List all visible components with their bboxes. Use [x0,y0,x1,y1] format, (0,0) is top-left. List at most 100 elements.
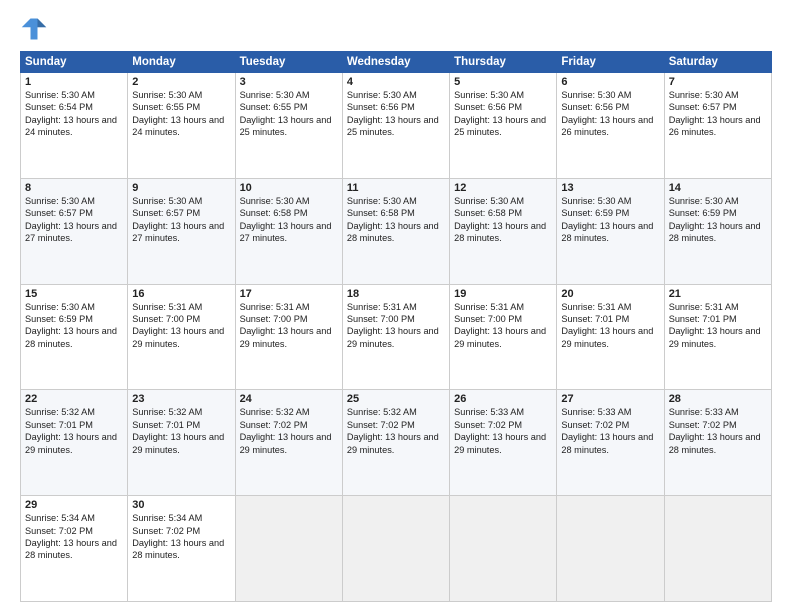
sunrise-label: Sunrise: 5:34 AM [25,513,95,523]
sunset-label: Sunset: 6:59 PM [561,208,629,218]
table-row: 3 Sunrise: 5:30 AM Sunset: 6:55 PM Dayli… [235,73,342,179]
daylight-label: Daylight: 13 hours and 29 minutes. [240,326,332,348]
day-info: Sunrise: 5:34 AM Sunset: 7:02 PM Dayligh… [25,512,123,562]
day-header: Tuesday [235,52,342,73]
logo-icon [20,15,48,43]
day-info: Sunrise: 5:30 AM Sunset: 6:57 PM Dayligh… [669,89,767,139]
calendar-week-row: 22 Sunrise: 5:32 AM Sunset: 7:01 PM Dayl… [21,390,772,496]
sunrise-label: Sunrise: 5:31 AM [132,302,202,312]
sunrise-label: Sunrise: 5:32 AM [240,407,310,417]
daylight-label: Daylight: 13 hours and 29 minutes. [561,326,653,348]
sunrise-label: Sunrise: 5:30 AM [25,90,95,100]
daylight-label: Daylight: 13 hours and 27 minutes. [132,221,224,243]
sunrise-label: Sunrise: 5:31 AM [454,302,524,312]
day-number: 27 [561,393,659,405]
daylight-label: Daylight: 13 hours and 25 minutes. [454,115,546,137]
sunrise-label: Sunrise: 5:30 AM [240,196,310,206]
day-number: 4 [347,76,445,88]
sunset-label: Sunset: 7:01 PM [25,420,93,430]
header-row: SundayMondayTuesdayWednesdayThursdayFrid… [21,52,772,73]
table-row: 12 Sunrise: 5:30 AM Sunset: 6:58 PM Dayl… [450,178,557,284]
day-info: Sunrise: 5:31 AM Sunset: 7:00 PM Dayligh… [240,301,338,351]
day-info: Sunrise: 5:32 AM Sunset: 7:01 PM Dayligh… [25,406,123,456]
day-header: Saturday [664,52,771,73]
day-number: 29 [25,499,123,511]
table-row: 28 Sunrise: 5:33 AM Sunset: 7:02 PM Dayl… [664,390,771,496]
sunset-label: Sunset: 6:57 PM [25,208,93,218]
table-row: 20 Sunrise: 5:31 AM Sunset: 7:01 PM Dayl… [557,284,664,390]
sunrise-label: Sunrise: 5:33 AM [454,407,524,417]
table-row: 14 Sunrise: 5:30 AM Sunset: 6:59 PM Dayl… [664,178,771,284]
sunrise-label: Sunrise: 5:30 AM [240,90,310,100]
table-row: 18 Sunrise: 5:31 AM Sunset: 7:00 PM Dayl… [342,284,449,390]
day-info: Sunrise: 5:30 AM Sunset: 6:56 PM Dayligh… [561,89,659,139]
day-number: 17 [240,288,338,300]
daylight-label: Daylight: 13 hours and 28 minutes. [669,221,761,243]
table-row: 15 Sunrise: 5:30 AM Sunset: 6:59 PM Dayl… [21,284,128,390]
sunset-label: Sunset: 7:02 PM [240,420,308,430]
daylight-label: Daylight: 13 hours and 26 minutes. [669,115,761,137]
day-number: 20 [561,288,659,300]
day-info: Sunrise: 5:31 AM Sunset: 7:00 PM Dayligh… [132,301,230,351]
day-number: 23 [132,393,230,405]
day-number: 12 [454,182,552,194]
daylight-label: Daylight: 13 hours and 26 minutes. [561,115,653,137]
sunset-label: Sunset: 6:57 PM [132,208,200,218]
day-number: 9 [132,182,230,194]
table-row: 27 Sunrise: 5:33 AM Sunset: 7:02 PM Dayl… [557,390,664,496]
daylight-label: Daylight: 13 hours and 29 minutes. [347,326,439,348]
day-number: 3 [240,76,338,88]
table-row: 26 Sunrise: 5:33 AM Sunset: 7:02 PM Dayl… [450,390,557,496]
table-row: 30 Sunrise: 5:34 AM Sunset: 7:02 PM Dayl… [128,496,235,602]
day-number: 11 [347,182,445,194]
table-row [450,496,557,602]
calendar-table: SundayMondayTuesdayWednesdayThursdayFrid… [20,51,772,602]
table-row: 16 Sunrise: 5:31 AM Sunset: 7:00 PM Dayl… [128,284,235,390]
daylight-label: Daylight: 13 hours and 29 minutes. [240,432,332,454]
sunrise-label: Sunrise: 5:30 AM [561,196,631,206]
day-number: 13 [561,182,659,194]
daylight-label: Daylight: 13 hours and 28 minutes. [25,538,117,560]
table-row: 24 Sunrise: 5:32 AM Sunset: 7:02 PM Dayl… [235,390,342,496]
table-row: 2 Sunrise: 5:30 AM Sunset: 6:55 PM Dayli… [128,73,235,179]
day-info: Sunrise: 5:31 AM Sunset: 7:00 PM Dayligh… [347,301,445,351]
table-row: 19 Sunrise: 5:31 AM Sunset: 7:00 PM Dayl… [450,284,557,390]
sunset-label: Sunset: 6:58 PM [240,208,308,218]
day-info: Sunrise: 5:33 AM Sunset: 7:02 PM Dayligh… [561,406,659,456]
day-number: 21 [669,288,767,300]
daylight-label: Daylight: 13 hours and 29 minutes. [454,432,546,454]
sunset-label: Sunset: 7:02 PM [561,420,629,430]
sunset-label: Sunset: 6:55 PM [240,102,308,112]
day-info: Sunrise: 5:30 AM Sunset: 6:59 PM Dayligh… [561,195,659,245]
table-row: 9 Sunrise: 5:30 AM Sunset: 6:57 PM Dayli… [128,178,235,284]
sunrise-label: Sunrise: 5:31 AM [347,302,417,312]
day-info: Sunrise: 5:30 AM Sunset: 6:54 PM Dayligh… [25,89,123,139]
day-header: Monday [128,52,235,73]
sunrise-label: Sunrise: 5:30 AM [25,302,95,312]
day-info: Sunrise: 5:30 AM Sunset: 6:58 PM Dayligh… [454,195,552,245]
day-info: Sunrise: 5:30 AM Sunset: 6:57 PM Dayligh… [25,195,123,245]
sunset-label: Sunset: 7:01 PM [132,420,200,430]
sunrise-label: Sunrise: 5:30 AM [132,196,202,206]
daylight-label: Daylight: 13 hours and 28 minutes. [347,221,439,243]
day-number: 15 [25,288,123,300]
day-info: Sunrise: 5:31 AM Sunset: 7:01 PM Dayligh… [561,301,659,351]
day-number: 2 [132,76,230,88]
table-row: 21 Sunrise: 5:31 AM Sunset: 7:01 PM Dayl… [664,284,771,390]
calendar-week-row: 1 Sunrise: 5:30 AM Sunset: 6:54 PM Dayli… [21,73,772,179]
day-number: 6 [561,76,659,88]
daylight-label: Daylight: 13 hours and 24 minutes. [25,115,117,137]
daylight-label: Daylight: 13 hours and 27 minutes. [240,221,332,243]
day-number: 7 [669,76,767,88]
sunset-label: Sunset: 7:02 PM [669,420,737,430]
daylight-label: Daylight: 13 hours and 29 minutes. [25,432,117,454]
day-info: Sunrise: 5:31 AM Sunset: 7:01 PM Dayligh… [669,301,767,351]
calendar-week-row: 29 Sunrise: 5:34 AM Sunset: 7:02 PM Dayl… [21,496,772,602]
sunset-label: Sunset: 6:57 PM [669,102,737,112]
table-row: 4 Sunrise: 5:30 AM Sunset: 6:56 PM Dayli… [342,73,449,179]
table-row [235,496,342,602]
sunrise-label: Sunrise: 5:30 AM [347,196,417,206]
daylight-label: Daylight: 13 hours and 29 minutes. [132,326,224,348]
day-number: 1 [25,76,123,88]
sunrise-label: Sunrise: 5:33 AM [669,407,739,417]
